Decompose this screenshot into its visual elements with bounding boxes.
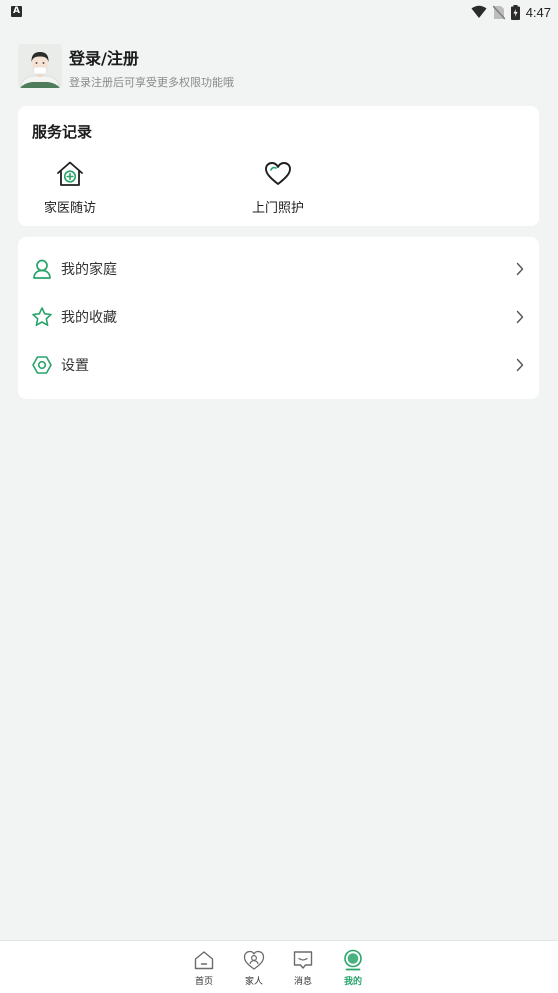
avatar[interactable] <box>18 44 62 88</box>
service-home-care[interactable]: 上门照护 <box>223 160 333 220</box>
heart-icon <box>265 162 291 185</box>
tab-label: 消息 <box>293 977 312 987</box>
tab-home[interactable]: 首页 <box>182 949 226 989</box>
service-family-doctor-followup[interactable]: 家医随访 <box>15 160 125 220</box>
menu-item-label: 我的家庭 <box>61 262 117 278</box>
login-header[interactable]: 登录/注册 登录注册后可享受更多权限功能哦 <box>18 44 538 90</box>
house-plus-icon <box>57 161 83 186</box>
tab-messages[interactable]: 消息 <box>281 949 325 989</box>
notification-icon: A <box>11 6 22 17</box>
profile-icon <box>344 949 362 971</box>
menu-item-label: 我的收藏 <box>61 310 117 326</box>
battery-icon <box>510 4 520 20</box>
chevron-right-icon <box>516 358 524 372</box>
tab-family[interactable]: 家人 <box>232 949 276 989</box>
user-icon <box>33 259 51 279</box>
menu-item-settings[interactable]: 设置 <box>18 342 539 390</box>
login-title[interactable]: 登录/注册 <box>69 45 139 69</box>
tab-label: 家人 <box>244 977 263 987</box>
tab-label: 首页 <box>194 977 213 987</box>
family-icon <box>243 950 265 970</box>
clock: 4:47 <box>525 4 551 20</box>
avatar-illustration-icon <box>18 44 62 88</box>
no-sim-icon <box>492 5 505 19</box>
bottom-nav: 首页 家人 消息 我的 <box>0 940 558 993</box>
settings-icon <box>32 356 52 374</box>
star-icon <box>32 307 52 326</box>
wifi-icon <box>471 5 487 18</box>
chevron-right-icon <box>516 310 524 324</box>
service-item-label: 上门照护 <box>251 201 304 216</box>
status-bar: A 4:47 <box>0 0 558 24</box>
menu-item-my-favorites[interactable]: 我的收藏 <box>18 294 539 342</box>
menu-item-label: 设置 <box>61 358 89 374</box>
service-record-card: 服务记录 家医随访 上门照护 <box>18 106 539 226</box>
home-icon <box>194 951 214 970</box>
menu-card: 我的家庭 我的收藏 设置 <box>18 237 539 399</box>
login-subtitle: 登录注册后可享受更多权限功能哦 <box>69 76 234 89</box>
tab-profile[interactable]: 我的 <box>331 949 375 989</box>
service-item-label: 家医随访 <box>43 201 96 216</box>
service-record-title: 服务记录 <box>32 123 93 141</box>
message-icon <box>293 951 313 969</box>
tab-label: 我的 <box>343 977 362 987</box>
menu-item-my-family[interactable]: 我的家庭 <box>18 246 539 294</box>
status-icons: 4:47 <box>471 3 551 21</box>
chevron-right-icon <box>516 262 524 276</box>
